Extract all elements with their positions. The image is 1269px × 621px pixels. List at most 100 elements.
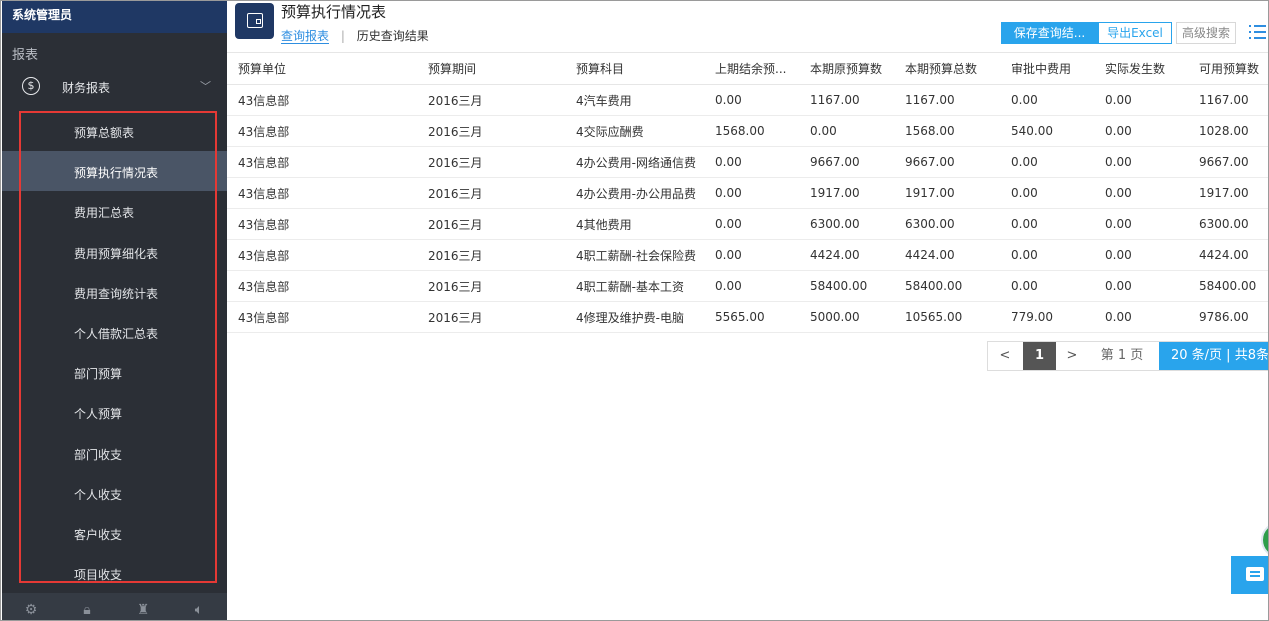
table-cell: 58400.00 [1188,270,1268,302]
sidebar-section-reports: 报表 [12,48,39,63]
current-user: 系统管理员 [2,1,227,33]
column-header[interactable]: 实际发生数 [1094,52,1188,85]
table-row[interactable]: 43信息部 2016三月 4办公费用-办公用品费 0.00 1917.00 1917.00… [227,177,1268,209]
prev-page-button[interactable]: < [988,342,1022,370]
table-cell: 0.00 [1000,177,1094,209]
table-cell: 540.00 [1000,115,1094,147]
table-cell: 0.00 [704,208,799,240]
column-header[interactable]: 本期原预算数 [799,52,894,85]
shirt-icon[interactable]: ♜ [132,602,154,620]
table-row[interactable]: 43信息部 2016三月 4汽车费用 0.00 1167.00 1167.00 0.00 0.… [227,84,1268,116]
column-header[interactable]: 预算科目 [565,52,704,85]
table-cell: 2016三月 [417,239,565,271]
page-size-select[interactable]: 20 条/页 | 共8条 [1159,342,1268,370]
table-row[interactable]: 43信息部 2016三月 4修理及维护费-电脑 5565.00 5000.00 10565… [227,301,1268,333]
table-cell: 0.00 [704,177,799,209]
sidebar-item-project-income-expense[interactable]: 项目收支 [2,553,227,593]
chat-button[interactable] [1231,556,1268,594]
table-cell: 43信息部 [227,115,417,147]
table-cell: 1917.00 [894,177,1000,209]
table-cell: 0.00 [1094,208,1188,240]
sidebar-item-expense-query-stats[interactable]: 费用查询统计表 [2,272,227,312]
table-cell: 779.00 [1000,301,1094,333]
settings-icon[interactable]: ⚙ [20,602,42,620]
table-row[interactable]: 43信息部 2016三月 4交际应酬费 1568.00 0.00 1568.00 540.0… [227,115,1268,147]
float-support-widget[interactable] [1261,522,1268,558]
column-header[interactable]: 上期结余预... [704,52,799,85]
sidebar-item-customer-income-expense[interactable]: 客户收支 [2,513,227,553]
table-cell: 0.00 [1000,84,1094,116]
table-header-row: 预算单位 预算期间 预算科目 上期结余预... 本期原预算数 本期预算总数 审批… [227,52,1268,85]
sidebar-group-finance[interactable]: $ 财务报表 ﹀ [2,69,227,105]
table-cell: 0.00 [1094,115,1188,147]
sidebar-item-budget-execution[interactable]: 预算执行情况表 [2,151,227,192]
tab-query-report[interactable]: 查询报表 [281,29,330,44]
table-cell: 43信息部 [227,177,417,209]
column-header[interactable]: 预算单位 [227,52,417,85]
speaker-icon[interactable]: 🔈︎ [188,602,210,620]
column-header[interactable]: 本期预算总数 [894,52,1000,85]
main-content: 预算执行情况表 查询报表 | 历史查询结果 保存查询结... 导出Excel 高… [227,1,1268,620]
table-cell: 0.00 [799,115,894,147]
export-excel-button[interactable]: 导出Excel [1098,22,1172,44]
sidebar-item-personal-budget[interactable]: 个人预算 [2,392,227,432]
table-cell: 9667.00 [1188,146,1268,178]
table-cell: 0.00 [1094,146,1188,178]
table-cell: 43信息部 [227,208,417,240]
tab-history-results[interactable]: 历史查询结果 [357,29,429,43]
table-row[interactable]: 43信息部 2016三月 4职工薪酬-基本工资 0.00 58400.00 58400.0… [227,270,1268,302]
table-cell: 0.00 [704,146,799,178]
table-cell: 1167.00 [894,84,1000,116]
column-header[interactable]: 可用预算数 [1188,52,1268,85]
sidebar-item-personal-income-expense[interactable]: 个人收支 [2,473,227,513]
sidebar-item-personal-loan-summary[interactable]: 个人借款汇总表 [2,312,227,352]
table-cell: 4办公费用-办公用品费 [565,177,704,209]
table-cell: 4424.00 [894,239,1000,271]
table-cell: 2016三月 [417,270,565,302]
sidebar-item-expense-summary[interactable]: 费用汇总表 [2,191,227,231]
sidebar-menu: 预算总额表 预算执行情况表 费用汇总表 费用预算细化表 费用查询统计表 个人借款… [2,111,227,593]
table-row[interactable]: 43信息部 2016三月 4办公费用-网络通信费 0.00 9667.00 9667.00… [227,146,1268,178]
table-cell: 6300.00 [894,208,1000,240]
table-cell: 43信息部 [227,270,417,302]
wallet-icon [235,3,274,39]
table-cell: 43信息部 [227,84,417,116]
table-cell: 43信息部 [227,239,417,271]
page-jump-input[interactable]: 第 1 页 [1084,342,1160,370]
table-cell: 1568.00 [704,115,799,147]
table-cell: 4424.00 [799,239,894,271]
table-cell: 1917.00 [1188,177,1268,209]
report-table: 预算单位 预算期间 预算科目 上期结余预... 本期原预算数 本期预算总数 审批… [227,52,1268,333]
table-cell: 1028.00 [1188,115,1268,147]
current-page-button[interactable]: 1 [1023,342,1056,370]
view-tabs: 查询报表 | 历史查询结果 [281,27,429,44]
table-row[interactable]: 43信息部 2016三月 4其他费用 0.00 6300.00 6300.00 0.00 0.… [227,208,1268,240]
table-row[interactable]: 43信息部 2016三月 4职工薪酬-社会保险费 0.00 4424.00 4424.00… [227,239,1268,271]
next-page-button[interactable]: > [1062,342,1082,370]
table-cell: 4职工薪酬-社会保险费 [565,239,704,271]
sidebar-item-department-income-expense[interactable]: 部门收支 [2,433,227,473]
table-cell: 0.00 [1094,239,1188,271]
table-cell: 2016三月 [417,301,565,333]
table-cell: 2016三月 [417,208,565,240]
column-header[interactable]: 审批中费用 [1000,52,1094,85]
table-cell: 0.00 [1000,270,1094,302]
table-cell: 4办公费用-网络通信费 [565,146,704,178]
table-cell: 1568.00 [894,115,1000,147]
table-cell: 4职工薪酬-基本工资 [565,270,704,302]
sidebar-group-label: 财务报表 [62,81,111,95]
table-cell: 2016三月 [417,177,565,209]
table-cell: 0.00 [1094,301,1188,333]
sidebar-item-budget-total[interactable]: 预算总额表 [2,111,227,151]
column-header[interactable]: 预算期间 [417,52,565,85]
advanced-search-button[interactable]: 高级搜索 [1176,22,1236,44]
table-cell: 0.00 [1094,84,1188,116]
save-query-button[interactable]: 保存查询结... [1001,22,1098,44]
list-menu-icon[interactable] [1249,25,1266,39]
sidebar-item-expense-budget-detail[interactable]: 费用预算细化表 [2,232,227,272]
lock-icon[interactable]: 🔒︎ [76,602,98,620]
table-cell: 4汽车费用 [565,84,704,116]
sidebar-item-department-budget[interactable]: 部门预算 [2,352,227,392]
pagination: < 1 > 第 1 页 20 条/页 | 共8条 [987,341,1268,371]
table-cell: 0.00 [1094,270,1188,302]
